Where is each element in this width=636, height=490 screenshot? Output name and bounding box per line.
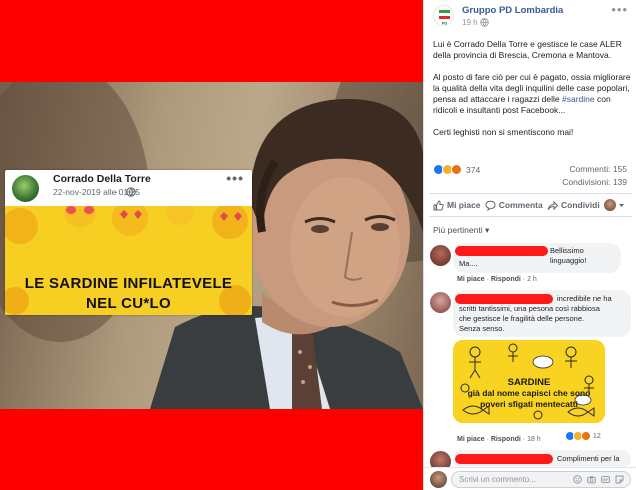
speech-bubble-icon: [485, 200, 496, 211]
comment-input-box[interactable]: GIF: [451, 471, 631, 488]
separator: ·: [486, 276, 489, 283]
separator: ·: [522, 276, 526, 283]
svg-text:PD: PD: [442, 21, 448, 26]
gif-icon[interactable]: GIF: [601, 475, 610, 484]
like-label: Mi piace: [447, 200, 481, 210]
comment-text-line: Complimenti per la: [557, 454, 620, 463]
post-media[interactable]: Corrado Della Torre 22-nov-2019 alle 01:…: [0, 0, 423, 490]
svg-text:GIF: GIF: [603, 478, 610, 482]
hashtag-link[interactable]: #sardine: [562, 94, 595, 104]
post-action-bar: Mi piace Commenta Condividi: [429, 193, 632, 217]
comment-button[interactable]: Commenta: [485, 200, 543, 211]
post-text-paragraph-1: Lui è Corrado Della Torre e gestisce le …: [433, 39, 622, 60]
chevron-down-icon: [618, 203, 624, 207]
author-avatar: [12, 175, 39, 202]
redacted-commenter-name: [455, 454, 553, 464]
comment-reactions[interactable]: 12: [565, 431, 601, 441]
comment-actions: Mi piace · Rispondi · 2 h: [457, 276, 537, 283]
comment-text-line: che gestisce le fragilità delle persone.: [459, 314, 585, 323]
post-text-paragraph-2: Al posto di fare ciò per cui è pagato, o…: [433, 72, 631, 116]
author-name: Corrado Della Torre: [53, 173, 151, 185]
emoji-icon[interactable]: [573, 475, 582, 484]
comment-text-line: Ma....: [459, 259, 478, 268]
angry-reaction-icon: [451, 164, 462, 175]
comment-input[interactable]: [452, 472, 562, 487]
sardine-meme-image: LE SARDINE INFILATEVELE NEL CU*LO: [5, 206, 252, 315]
reaction-count: 374: [466, 164, 481, 175]
pd-logo-graphic: PD: [439, 10, 450, 26]
share-label: Condividi: [560, 200, 600, 210]
date-separator: ·: [115, 187, 118, 197]
thumbs-up-icon: [433, 199, 444, 210]
share-button[interactable]: Condividi: [547, 200, 600, 211]
meme-text-line-2: NEL CU*LO: [86, 295, 171, 312]
comment-bubble: Bellissimo linguaggio! Ma....: [453, 243, 621, 273]
comment-actions: Mi piace · Rispondi · 18 h: [457, 436, 541, 443]
sticker-icon[interactable]: [615, 475, 624, 484]
shares-count-link[interactable]: Condivisioni: 139: [562, 177, 627, 187]
comment-label: Commenta: [498, 200, 543, 210]
post-details-panel: PD Gruppo PD Lombardia 19 h · ••• Lui è …: [423, 0, 636, 490]
commenter-avatar[interactable]: [430, 292, 451, 313]
separator: ·: [486, 436, 489, 443]
comment-time[interactable]: 2 h: [527, 276, 537, 283]
own-avatar: [430, 471, 447, 488]
meme-text-line-1: LE SARDINE INFILATEVELE: [24, 275, 233, 292]
pd-logo-icon[interactable]: PD: [433, 5, 454, 26]
comment-composer: GIF: [424, 467, 636, 490]
page-name-link[interactable]: Gruppo PD Lombardia: [462, 5, 563, 16]
commenter-avatar[interactable]: [430, 245, 451, 266]
meme-text-line: già dal nome capisci che sono: [467, 388, 591, 398]
own-avatar: [603, 199, 616, 211]
post-options-button[interactable]: •••: [611, 2, 628, 17]
comment-bubble: incredibile ne ha scritti tantissimi, un…: [453, 290, 631, 337]
angry-reaction-icon: [581, 431, 591, 441]
share-arrow-icon: [547, 200, 558, 210]
comment-text-line: incredibile ne ha: [557, 294, 612, 303]
comment-bubble: Complimenti per la: [453, 450, 631, 468]
comment-reply-link[interactable]: Rispondi: [491, 436, 521, 443]
comment-text-line: Bellissimo linguaggio!: [550, 246, 587, 265]
comment-reaction-count: 12: [593, 432, 601, 440]
comment-meme-image[interactable]: SARDINE già dal nome capisci che sono po…: [453, 340, 605, 423]
post-text-paragraph-3: Certi leghisti non si smentiscono mai!: [433, 127, 574, 137]
meme-title: SARDINE: [507, 377, 551, 388]
comment-like-link[interactable]: Mi piace: [457, 276, 485, 283]
comment-like-link[interactable]: Mi piace: [457, 436, 485, 443]
comment-text-line: Senza senso.: [459, 324, 505, 333]
post-as-selector[interactable]: [603, 199, 628, 211]
redacted-commenter-name: [455, 294, 553, 304]
meme-text-line: poveri sfigati mentecatti: [480, 399, 578, 409]
comment-text-line: scritti tantissimi, una pesona così rabb…: [459, 304, 600, 313]
camera-icon[interactable]: [587, 475, 596, 484]
globe-icon: [480, 18, 489, 27]
comment-time[interactable]: 18 h: [527, 436, 541, 443]
more-options-icon: •••: [226, 170, 244, 186]
screenshot-post-card: Corrado Della Torre 22-nov-2019 alle 01:…: [5, 170, 252, 315]
reactions-summary[interactable]: 374: [433, 163, 480, 176]
globe-icon: [126, 187, 136, 197]
comment-reply-link[interactable]: Rispondi: [491, 276, 521, 283]
comments-count-link[interactable]: Commenti: 155: [569, 164, 627, 174]
redacted-commenter-name: [455, 246, 548, 256]
comment-sort-dropdown[interactable]: Più pertinenti ▾: [433, 225, 489, 236]
separator: ·: [522, 436, 526, 443]
like-button[interactable]: Mi piace: [433, 199, 481, 211]
